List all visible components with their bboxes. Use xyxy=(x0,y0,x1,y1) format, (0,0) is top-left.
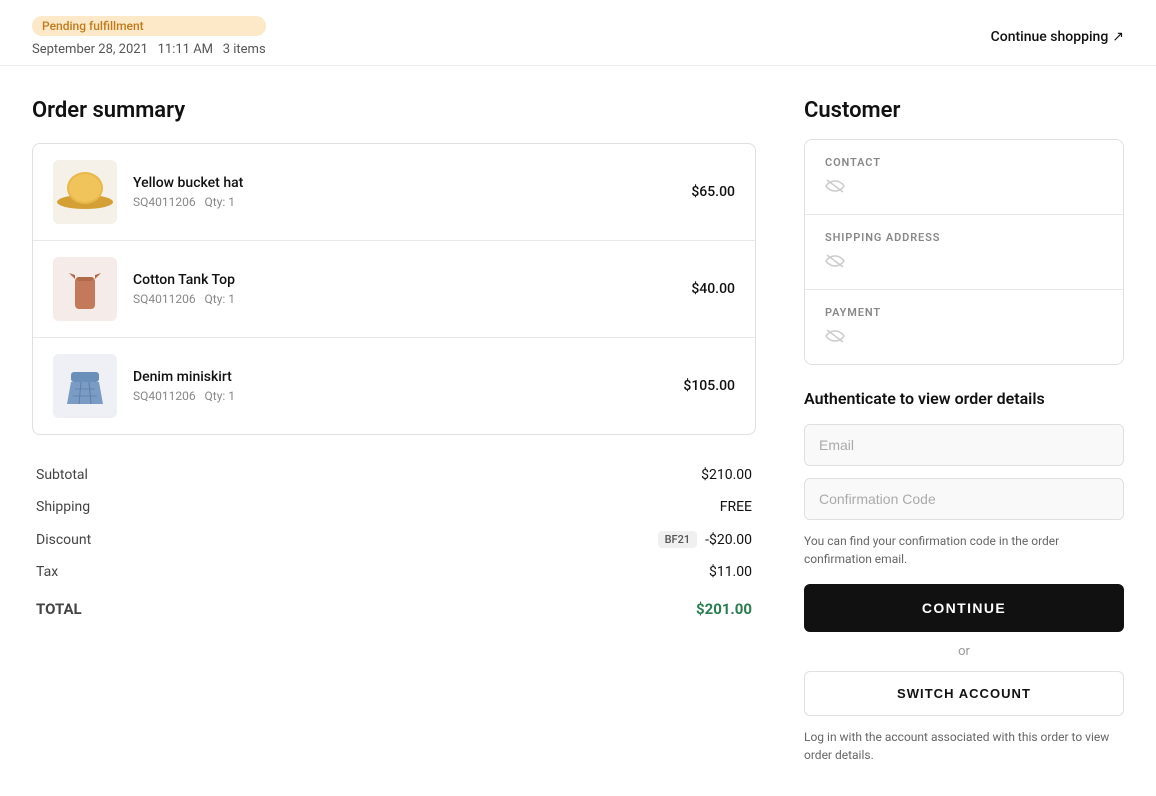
item-price: $105.00 xyxy=(683,378,735,394)
customer-card: CONTACT SHIPPING ADDRESS xyxy=(804,139,1124,365)
item-details: Cotton Tank Top SQ4011206 Qty: 1 xyxy=(133,272,691,306)
or-divider: or xyxy=(804,644,1124,659)
shipping-row: Shipping FREE xyxy=(36,491,752,523)
totals-section: Subtotal $210.00 Shipping FREE Discount … xyxy=(32,459,756,626)
switch-hint: Log in with the account associated with … xyxy=(804,728,1124,764)
item-image-skirt xyxy=(53,354,117,418)
item-details: Denim miniskirt SQ4011206 Qty: 1 xyxy=(133,369,683,403)
order-item: Yellow bucket hat SQ4011206 Qty: 1 $65.0… xyxy=(33,144,755,241)
item-details: Yellow bucket hat SQ4011206 Qty: 1 xyxy=(133,175,691,209)
contact-hidden-icon xyxy=(825,177,845,198)
auth-section: Authenticate to view order details You c… xyxy=(804,389,1124,764)
item-image-hat xyxy=(53,160,117,224)
payment-hidden-icon xyxy=(825,327,845,348)
continue-shopping-link[interactable]: Continue shopping ↗ xyxy=(991,29,1124,45)
subtotal-value: $210.00 xyxy=(701,467,752,483)
discount-value-group: BF21 -$20.00 xyxy=(658,531,752,548)
subtotal-label: Subtotal xyxy=(36,467,88,483)
email-input[interactable] xyxy=(804,424,1124,466)
item-meta: SQ4011206 Qty: 1 xyxy=(133,195,691,209)
total-row: TOTAL $201.00 xyxy=(36,592,752,626)
auth-title: Authenticate to view order details xyxy=(804,389,1124,408)
tank-illustration xyxy=(53,257,117,321)
continue-button[interactable]: CONTINUE xyxy=(804,584,1124,632)
subtotal-row: Subtotal $210.00 xyxy=(36,459,752,491)
order-meta: September 28, 2021 11:11 AM 3 items xyxy=(32,42,266,57)
order-status-section: Pending fulfillment September 28, 2021 1… xyxy=(32,16,266,57)
order-item: Cotton Tank Top SQ4011206 Qty: 1 $40.00 xyxy=(33,241,755,338)
order-time: 11:11 AM xyxy=(158,42,213,57)
payment-section: PAYMENT xyxy=(805,290,1123,364)
shipping-hidden-icon xyxy=(825,252,845,273)
confirmation-code-input[interactable] xyxy=(804,478,1124,520)
discount-row: Discount BF21 -$20.00 xyxy=(36,523,752,556)
external-link-icon: ↗ xyxy=(1112,29,1124,45)
shipping-label: Shipping xyxy=(36,499,90,515)
discount-code-badge: BF21 xyxy=(658,531,698,548)
order-items-count: 3 items xyxy=(223,42,266,57)
discount-value: -$20.00 xyxy=(705,532,752,548)
order-item: Denim miniskirt SQ4011206 Qty: 1 $105.00 xyxy=(33,338,755,434)
payment-label: PAYMENT xyxy=(825,306,1103,319)
pending-badge: Pending fulfillment xyxy=(32,16,266,36)
item-name: Cotton Tank Top xyxy=(133,272,691,288)
tax-row: Tax $11.00 xyxy=(36,556,752,588)
shipping-value: FREE xyxy=(720,499,752,515)
contact-section: CONTACT xyxy=(805,140,1123,215)
item-price: $65.00 xyxy=(691,184,735,200)
order-summary-title: Order summary xyxy=(32,98,756,123)
hat-illustration xyxy=(53,160,117,224)
tax-value: $11.00 xyxy=(709,564,752,580)
item-meta: SQ4011206 Qty: 1 xyxy=(133,389,683,403)
total-value: $201.00 xyxy=(696,600,752,618)
top-bar: Pending fulfillment September 28, 2021 1… xyxy=(0,0,1156,66)
total-label: TOTAL xyxy=(36,600,82,618)
item-name: Yellow bucket hat xyxy=(133,175,691,191)
contact-label: CONTACT xyxy=(825,156,1103,169)
main-layout: Order summary Yellow bucket hat SQ401120… xyxy=(0,66,1156,796)
shipping-address-label: SHIPPING ADDRESS xyxy=(825,231,1103,244)
customer-title: Customer xyxy=(804,98,1124,123)
item-meta: SQ4011206 Qty: 1 xyxy=(133,292,691,306)
discount-label: Discount xyxy=(36,532,91,548)
item-name: Denim miniskirt xyxy=(133,369,683,385)
right-column: Customer CONTACT SHIPPING ADDRESS xyxy=(804,98,1124,764)
auth-hint: You can find your confirmation code in t… xyxy=(804,532,1124,568)
order-items-card: Yellow bucket hat SQ4011206 Qty: 1 $65.0… xyxy=(32,143,756,435)
switch-account-button[interactable]: SWITCH ACCOUNT xyxy=(804,671,1124,716)
continue-shopping-label: Continue shopping xyxy=(991,29,1109,45)
item-price: $40.00 xyxy=(691,281,735,297)
skirt-illustration xyxy=(53,354,117,418)
order-date: September 28, 2021 xyxy=(32,42,148,57)
left-column: Order summary Yellow bucket hat SQ401120… xyxy=(32,98,756,626)
tax-label: Tax xyxy=(36,564,58,580)
item-image-tank xyxy=(53,257,117,321)
shipping-address-section: SHIPPING ADDRESS xyxy=(805,215,1123,290)
